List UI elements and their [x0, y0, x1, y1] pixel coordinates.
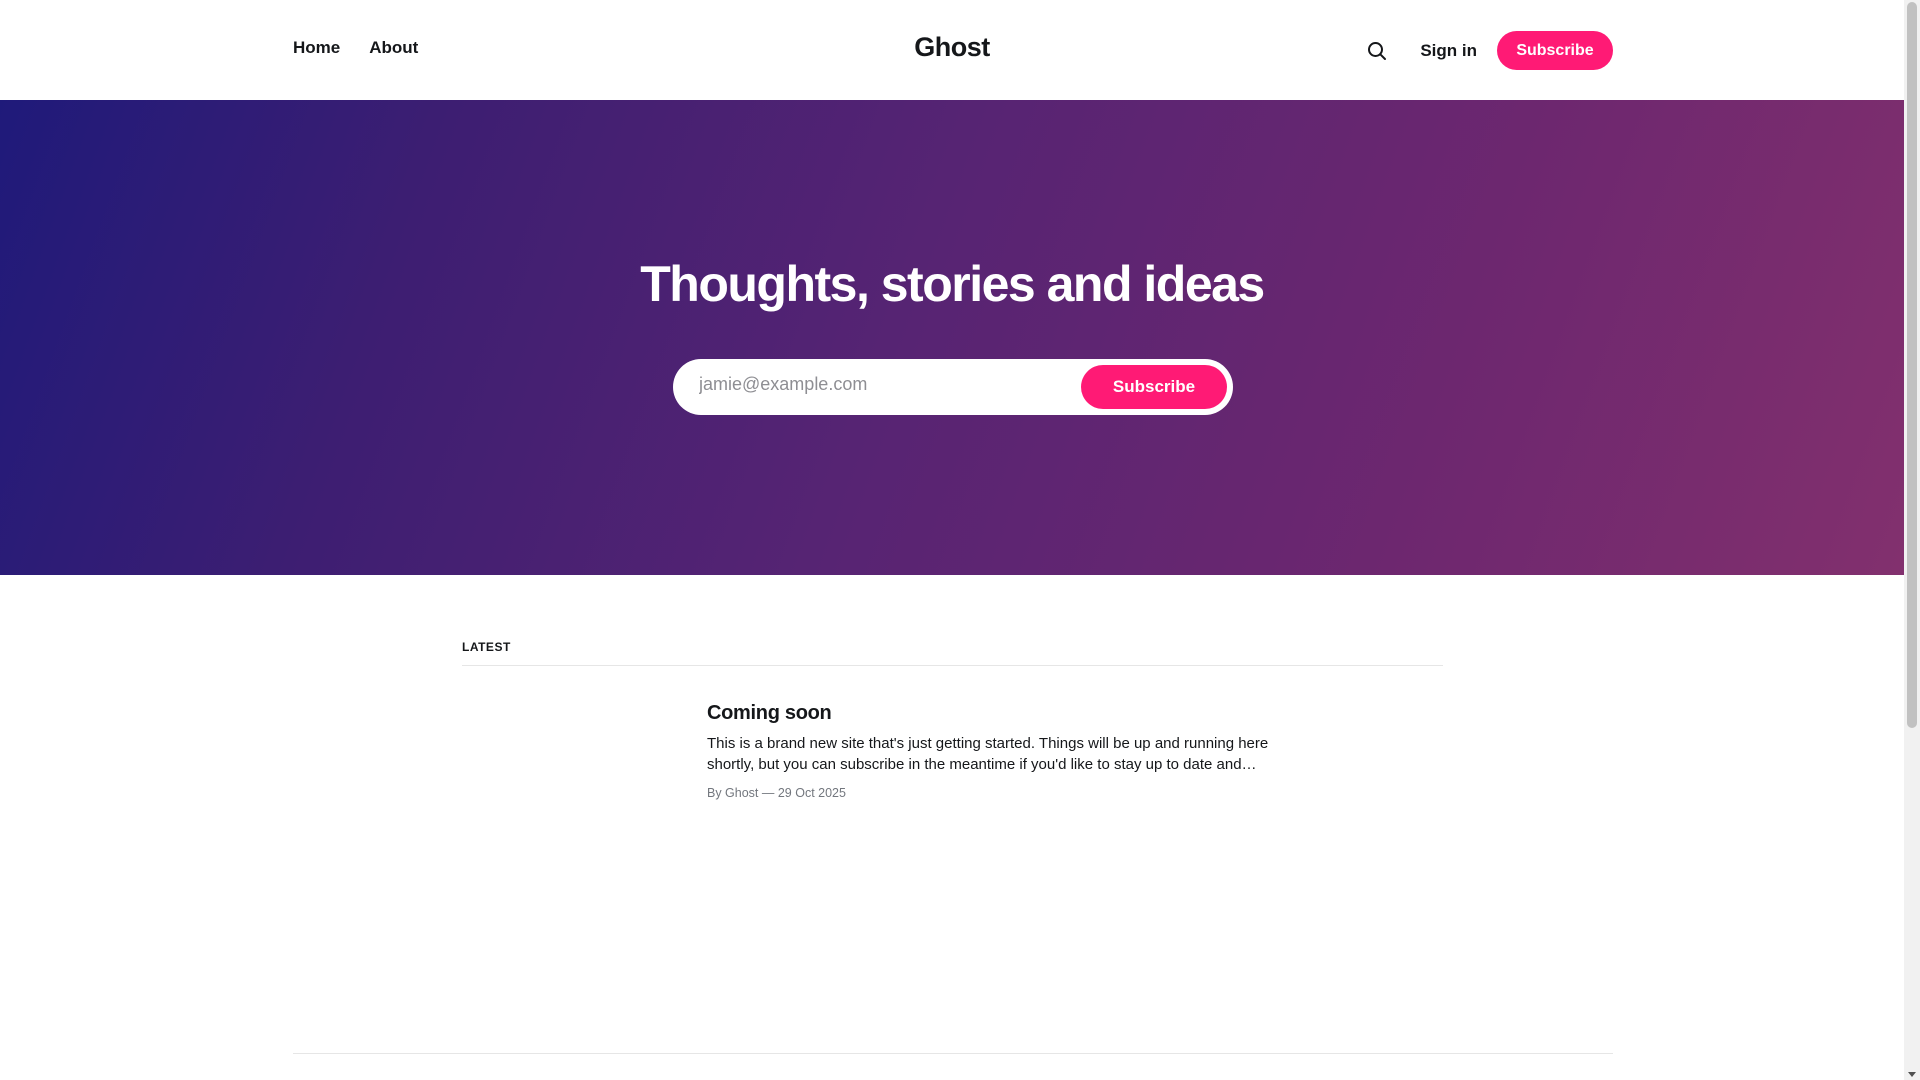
search-button[interactable]: [1364, 38, 1390, 64]
section-divider: [462, 665, 1443, 666]
hero-title: Thoughts, stories and ideas: [640, 256, 1265, 312]
hero-signup-form: Subscribe: [673, 359, 1233, 415]
page: Home About Ghost Sign in Subscribe Thoug…: [0, 0, 1920, 1080]
site-header: Home About Ghost Sign in Subscribe: [0, 0, 1904, 100]
email-input[interactable]: [699, 374, 1059, 395]
search-icon: [1368, 41, 1387, 60]
scroll-down-arrow-icon[interactable]: [1908, 1072, 1916, 1077]
hero-banner: Thoughts, stories and ideas Subscribe: [0, 100, 1904, 575]
hero-subscribe-button[interactable]: Subscribe: [1081, 365, 1227, 409]
signin-link[interactable]: Sign in: [1420, 41, 1477, 61]
post-title[interactable]: Coming soon: [707, 702, 1307, 725]
post-card[interactable]: Coming soon This is a brand new site tha…: [707, 702, 1307, 800]
header-actions: Sign in Subscribe: [1364, 31, 1613, 70]
site-title[interactable]: Ghost: [914, 32, 990, 63]
site-logo: Ghost: [0, 32, 1904, 63]
post-excerpt: This is a brand new site that's just get…: [707, 735, 1269, 773]
page-scrollbar[interactable]: [1904, 0, 1920, 1080]
section-label-latest: LATEST: [462, 640, 511, 654]
post-meta: By Ghost — 29 Oct 2025: [707, 786, 846, 800]
header-subscribe-button[interactable]: Subscribe: [1497, 31, 1613, 70]
footer-divider: [293, 1053, 1613, 1054]
scrollbar-thumb[interactable]: [1907, 2, 1917, 728]
